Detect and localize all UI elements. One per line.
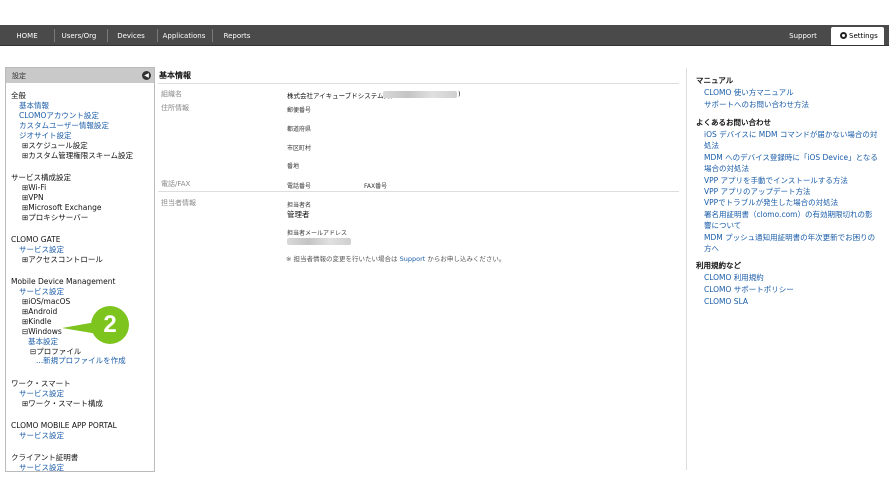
sidebar-link-client-cert-service[interactable]: サービス設定: [19, 463, 64, 471]
contact-email-redacted: [287, 238, 351, 245]
sidebar-item-proxy[interactable]: ⊞プロキシサーバー: [22, 213, 88, 223]
terms-link-support-policy[interactable]: CLOMO サポートポリシー: [704, 284, 794, 295]
terms-heading: 利用規約など: [696, 261, 741, 270]
sidebar-section-client-cert: クライアント証明書: [11, 453, 79, 462]
support-note: ※ 担当者情報の変更を行いたい場合は Support からお申し込みください。: [286, 253, 505, 263]
sidebar-section-work-smart: ワーク・スマート: [11, 379, 71, 388]
help-panel: マニュアル CLOMO 使い方マニュアル サポートへのお問い合わせ方法 よくある…: [686, 68, 889, 470]
faq-link-push-cert[interactable]: MDM プッシュ通知用証明書の年次更新でお困りの方へ: [704, 232, 879, 254]
faq-link-mdm-command[interactable]: iOS デバイスに MDM コマンドが届かない場合の対処法: [704, 129, 879, 151]
org-value: 株式会社アイキューブドシステムズ(: [287, 92, 393, 100]
fax-field: FAX番号: [364, 183, 388, 190]
nav-home[interactable]: HOME: [8, 25, 46, 45]
nav-divider: [54, 29, 55, 42]
nav-divider: [212, 29, 213, 42]
prefecture-field: 都道府県: [287, 126, 312, 133]
org-label: 組織名: [161, 90, 182, 98]
tab-settings[interactable]: Settings: [831, 27, 884, 45]
nav-devices[interactable]: Devices: [110, 25, 152, 45]
contact-label: 担当者情報: [161, 199, 196, 207]
sidebar-link-clomo-account[interactable]: CLOMOアカウント設定: [19, 111, 99, 121]
section-divider: [158, 191, 679, 192]
title-divider: [158, 83, 679, 84]
sidebar-section-mdm: Mobile Device Management: [11, 277, 116, 286]
settings-label: Settings: [849, 32, 878, 40]
callout-number: 2: [103, 311, 117, 338]
sidebar-link-geosite[interactable]: ジオサイト設定: [19, 131, 72, 141]
city-field: 市区町村: [287, 145, 312, 152]
nav-users-org[interactable]: Users/Org: [57, 25, 101, 45]
support-link[interactable]: Support: [400, 255, 426, 263]
contact-name-value: 管理者: [287, 210, 310, 219]
sidebar-item-schedule[interactable]: ⊞スケジュール設定: [22, 141, 88, 151]
sidebar-link-app-portal-service[interactable]: サービス設定: [19, 431, 64, 441]
contact-name-field: 担当者名: [287, 202, 312, 209]
postal-code-field: 郵便番号: [287, 107, 312, 114]
sidebar-item-kindle[interactable]: ⊞Kindle: [22, 317, 52, 327]
sidebar-section-general: 全般: [11, 91, 26, 100]
phone-fax-label: 電話/FAX: [161, 180, 191, 188]
page-title: 基本情報: [159, 71, 191, 80]
faq-link-vpp-update[interactable]: VPP アプリのアップデート方法: [704, 186, 811, 197]
terms-link-terms-of-use[interactable]: CLOMO 利用規約: [704, 272, 764, 283]
address-label: 住所情報: [161, 104, 189, 112]
nav-divider: [107, 29, 108, 42]
callout-badge: 2: [62, 304, 132, 346]
nav-divider: [157, 29, 158, 42]
manual-heading: マニュアル: [696, 76, 734, 85]
manual-link-usage[interactable]: CLOMO 使い方マニュアル: [704, 87, 794, 98]
sidebar-link-gate-service[interactable]: サービス設定: [19, 245, 64, 255]
sidebar-item-windows[interactable]: ⊟Windows: [22, 327, 62, 337]
note-suffix: からお申し込みください。: [425, 255, 506, 263]
faq-heading: よくあるお問い合わせ: [696, 118, 771, 127]
settings-sidebar: 設定 ◀ 全般 基本情報 CLOMOアカウント設定 カスタムユーザー情報設定 ジ…: [5, 67, 155, 472]
faq-link-ios-device[interactable]: MDM へのデバイス登録時に「iOS Device」となる場合の対処法: [704, 152, 879, 174]
sidebar-section-app-portal: CLOMO MOBILE APP PORTAL: [11, 421, 117, 430]
contact-email-field: 担当者メールアドレス: [287, 230, 348, 237]
sidebar-title: 設定: [12, 72, 26, 80]
sidebar-section-service-config: サービス構成設定: [11, 173, 71, 182]
sidebar-item-wifi[interactable]: ⊞Wi-Fi: [22, 183, 46, 193]
sidebar-link-custom-user-info[interactable]: カスタムユーザー情報設定: [19, 121, 109, 131]
org-value-end: ): [458, 90, 461, 98]
org-name-redacted: [383, 91, 457, 98]
sidebar-link-work-smart-service[interactable]: サービス設定: [19, 389, 64, 399]
faq-link-signing-cert[interactable]: 署名用証明書（clomo.com）の有効期限切れの影響について: [704, 209, 879, 231]
street-field: 番地: [287, 163, 300, 170]
phone-field: 電話番号: [287, 183, 312, 190]
sidebar-link-new-profile[interactable]: ...新規プロファイルを作成: [36, 356, 126, 366]
nav-applications[interactable]: Applications: [160, 25, 208, 45]
sidebar-header: 設定 ◀: [6, 68, 154, 83]
sidebar-item-vpn[interactable]: ⊞VPN: [22, 193, 44, 203]
gear-icon: [840, 32, 847, 39]
collapse-sidebar-icon[interactable]: ◀: [142, 71, 151, 80]
sidebar-section-clomo-gate: CLOMO GATE: [11, 235, 61, 244]
faq-link-vpp-trouble[interactable]: VPPでトラブルが発生した場合の対処法: [704, 197, 838, 208]
faq-link-vpp-manual-install[interactable]: VPP アプリを手動でインストールする方法: [704, 175, 848, 186]
sidebar-item-exchange[interactable]: ⊞Microsoft Exchange: [22, 203, 101, 213]
sidebar-link-basic-info[interactable]: 基本情報: [19, 101, 49, 111]
terms-link-sla[interactable]: CLOMO SLA: [704, 296, 748, 307]
sidebar-item-custom-permission[interactable]: ⊞カスタム管理権限スキーム設定: [22, 151, 133, 161]
nav-reports[interactable]: Reports: [215, 25, 259, 45]
nav-support[interactable]: Support: [780, 25, 826, 45]
sidebar-link-windows-basic[interactable]: 基本設定: [28, 337, 58, 347]
manual-link-support-inquiry[interactable]: サポートへのお問い合わせ方法: [704, 99, 809, 110]
top-nav-bar: HOME Users/Org Devices Applications Repo…: [0, 25, 889, 46]
sidebar-item-access-control[interactable]: ⊞アクセスコントロール: [22, 255, 103, 265]
note-prefix: ※ 担当者情報の変更を行いたい場合は: [286, 255, 400, 263]
sidebar-item-work-smart-config[interactable]: ⊞ワーク・スマート構成: [22, 399, 103, 409]
sidebar-item-android[interactable]: ⊞Android: [22, 307, 57, 317]
sidebar-link-mdm-service[interactable]: サービス設定: [19, 287, 64, 297]
